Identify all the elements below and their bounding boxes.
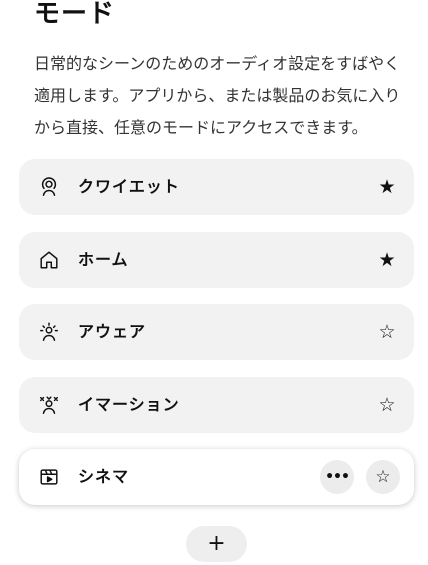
- favorite-star-icon[interactable]: ☆: [376, 321, 398, 343]
- description-line: から直接、任意のモードにアクセスできます。: [34, 118, 368, 137]
- favorite-star-icon[interactable]: ★: [376, 249, 398, 271]
- more-options-button[interactable]: •••: [320, 460, 354, 494]
- mode-label: イマーション: [78, 395, 180, 414]
- cinema-clapper-icon: [38, 466, 60, 488]
- mode-item-immersion[interactable]: イマーション ☆: [19, 377, 414, 433]
- quiet-person-icon: [38, 176, 60, 198]
- add-mode-button[interactable]: +: [186, 526, 247, 562]
- mode-label: アウェア: [78, 322, 147, 341]
- mode-item-cinema[interactable]: シネマ ••• ☆: [19, 449, 414, 505]
- description-line: 日常的なシーンのためのオーディオ設定をすばやく: [34, 54, 401, 73]
- mode-item-home[interactable]: ホーム ★: [19, 232, 414, 288]
- home-icon: [38, 249, 60, 271]
- description-line: 適用します。アプリから、または製品のお気に入り: [34, 86, 401, 105]
- favorite-star-icon[interactable]: ★: [376, 176, 398, 198]
- mode-item-aware[interactable]: アウェア ☆: [19, 304, 414, 360]
- favorite-star-icon[interactable]: ☆: [376, 394, 398, 416]
- mode-item-quiet[interactable]: クワイエット ★: [19, 159, 414, 215]
- immersion-person-icon: [38, 394, 60, 416]
- mode-label: クワイエット: [78, 177, 180, 196]
- mode-label: ホーム: [78, 250, 129, 269]
- aware-person-icon: [38, 321, 60, 343]
- page-title: モード: [34, 0, 116, 29]
- mode-label: シネマ: [78, 467, 130, 486]
- page-description: 日常的なシーンのためのオーディオ設定をすばやく 適用します。アプリから、または製…: [34, 48, 406, 144]
- favorite-star-button[interactable]: ☆: [366, 460, 400, 494]
